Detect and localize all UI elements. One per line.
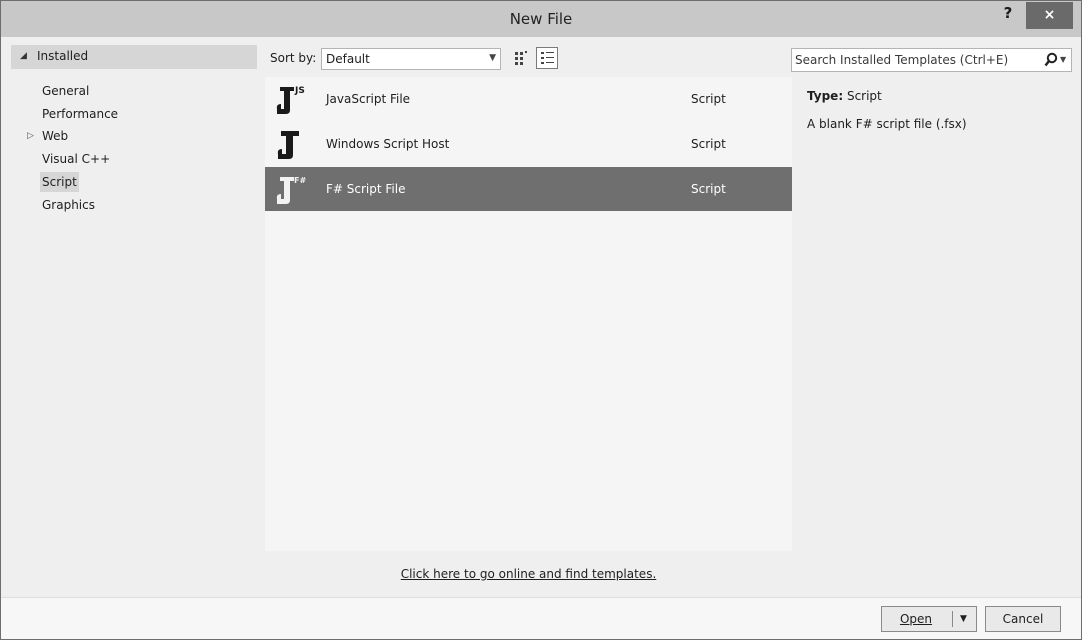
collapse-triangle-icon[interactable]: ◢	[20, 51, 27, 61]
dialog-title: New File	[509, 10, 573, 28]
title-bar: New File ? ×	[1, 1, 1081, 37]
open-button[interactable]: Open ▼	[881, 606, 977, 632]
open-button-separator	[952, 611, 953, 627]
tree-item-graphics[interactable]: Graphics	[42, 195, 95, 215]
tree-item-web[interactable]: Web	[42, 126, 68, 146]
help-button[interactable]: ?	[997, 4, 1019, 26]
type-label: Type:	[807, 89, 844, 103]
js-badge: JS	[294, 86, 305, 96]
windows-script-host-icon	[277, 131, 299, 159]
open-dropdown-chevron-icon[interactable]: ▼	[960, 607, 967, 631]
close-button[interactable]: ×	[1026, 2, 1073, 29]
template-row-windows-script-host[interactable]: Windows Script Host Script	[265, 122, 792, 166]
list-view-button[interactable]	[536, 47, 558, 69]
template-type: Script	[691, 137, 726, 151]
installed-label: Installed	[37, 49, 89, 63]
template-name: F# Script File	[326, 182, 406, 196]
template-list: JS JavaScript File Script Windows Script…	[265, 77, 792, 551]
fsharp-script-icon: F#	[276, 176, 306, 204]
javascript-file-icon: JS	[276, 86, 305, 114]
template-description-text: A blank F# script file (.fsx)	[807, 117, 967, 131]
tree-item-performance[interactable]: Performance	[42, 104, 118, 124]
template-row-javascript-file[interactable]: JS JavaScript File Script	[265, 77, 792, 121]
search-icon[interactable]	[1044, 52, 1058, 68]
template-name: JavaScript File	[326, 92, 411, 106]
type-value: Script	[846, 89, 882, 103]
chevron-down-icon: ▼	[489, 53, 496, 63]
tree-item-visual-cpp[interactable]: Visual C++	[42, 149, 110, 169]
sort-by-value: Default	[326, 52, 370, 66]
new-file-dialog: New File ? × ◢ Installed General Perform…	[0, 0, 1082, 640]
search-templates-input[interactable]	[795, 51, 1035, 68]
tree-item-general[interactable]: General	[42, 81, 89, 101]
installed-node[interactable]: ◢ Installed	[11, 45, 257, 69]
template-type: Script	[691, 182, 726, 196]
template-row-fsharp-script-file[interactable]: F# F# Script File Script	[265, 167, 792, 211]
expand-triangle-icon[interactable]: ▷	[27, 131, 34, 141]
search-templates-box[interactable]: ▼	[791, 48, 1072, 72]
template-name: Windows Script Host	[326, 137, 450, 151]
cancel-button[interactable]: Cancel	[985, 606, 1061, 632]
search-options-chevron-icon[interactable]: ▼	[1060, 55, 1066, 64]
template-type: Script	[691, 92, 726, 106]
dialog-footer: Open ▼ Cancel	[1, 597, 1081, 639]
tree-item-script[interactable]: Script	[40, 172, 79, 192]
list-view-icon	[541, 52, 554, 64]
online-templates-link[interactable]: Click here to go online and find templat…	[265, 567, 792, 581]
fsharp-badge: F#	[294, 176, 306, 185]
open-button-label: Open	[899, 612, 933, 626]
small-icons-view-button[interactable]	[509, 47, 531, 69]
small-icons-view-icon	[515, 51, 527, 65]
template-type-description: Type: Script	[807, 89, 882, 103]
sort-by-dropdown[interactable]: Default ▼	[321, 48, 501, 70]
sort-by-label: Sort by:	[270, 51, 317, 65]
